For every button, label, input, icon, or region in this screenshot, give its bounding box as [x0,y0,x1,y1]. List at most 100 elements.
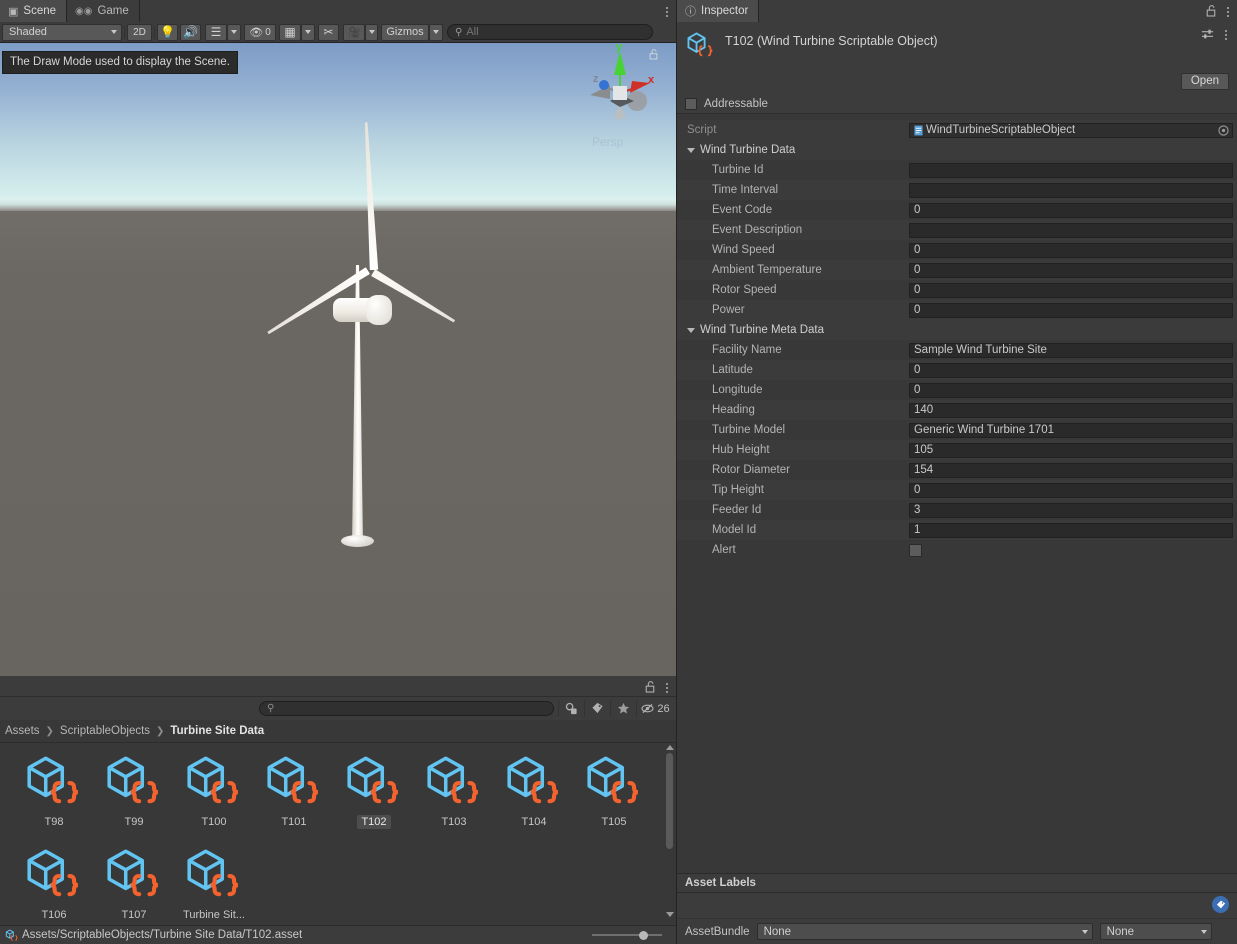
field-input[interactable]: 0 [909,482,1233,498]
lock-open-icon[interactable] [649,49,658,60]
breadcrumb-item-scriptableobjects[interactable]: ScriptableObjects [60,725,150,737]
breadcrumb-item-assets[interactable]: Assets [5,725,40,737]
gizmos-dropdown[interactable] [429,23,443,41]
field-label: Longitude [712,384,763,396]
project-search-field[interactable] [278,702,546,715]
breadcrumb-item-turbine-site-data[interactable]: Turbine Site Data [170,725,264,737]
assetbundle-name-dropdown[interactable]: None [756,923,1093,940]
asset-item[interactable]: T101 [254,751,334,844]
eye-off-icon: 👁 [249,26,264,39]
kebab-menu-icon[interactable] [1223,5,1233,18]
scene-fx-button[interactable]: ☰ [205,23,227,41]
field-input[interactable]: 1 [909,522,1233,538]
asset-item[interactable]: T105 [574,751,654,844]
scene-search-field[interactable] [466,26,645,38]
zoom-slider[interactable] [592,929,662,941]
scene-search-input[interactable]: ⚲ [447,24,653,40]
gizmo-projection-label[interactable]: Persp [592,135,623,149]
object-picker-icon[interactable] [1218,124,1229,136]
section-foldout-2[interactable]: Wind Turbine Meta Data [677,320,1237,340]
asset-item[interactable]: T100 [174,751,254,844]
script-label: Script [687,124,717,136]
scene-orientation-gizmo[interactable]: y x z Persp [576,43,664,151]
triangle-down-icon [687,327,695,333]
search-icon: ⚲ [267,703,275,714]
field-input[interactable]: Generic Wind Turbine 1701 [909,422,1233,438]
section-foldout-1[interactable]: Wind Turbine Data [677,140,1237,160]
label-tag-icon[interactable] [1212,896,1229,913]
asset-item[interactable]: Turbine Sit... [174,844,254,921]
project-panel: ⚲ 26 Assets ❯ ScriptableObjects ❯ Turbin… [0,676,676,944]
scene-fx-dropdown[interactable] [227,23,241,41]
assetbundle-variant-dropdown[interactable]: None [1099,923,1212,940]
field-input[interactable]: Sample Wind Turbine Site [909,342,1233,358]
script-object-field[interactable]: WindTurbineScriptableObject [909,122,1233,138]
lock-open-icon[interactable] [1206,5,1216,17]
scene-lighting-button[interactable]: 💡 [157,23,178,41]
field-input[interactable]: 0 [909,362,1233,378]
assetbundle-name-value: None [763,925,792,938]
field-input[interactable]: 0 [909,282,1233,298]
kebab-menu-icon[interactable] [662,681,672,694]
addressable-checkbox[interactable] [685,97,697,110]
field-input[interactable] [909,222,1233,238]
field-input[interactable] [909,162,1233,178]
asset-item-label: T106 [41,909,67,921]
field-input[interactable]: 3 [909,502,1233,518]
asset-item[interactable]: T98 [14,751,94,844]
lock-open-icon[interactable] [645,681,655,693]
asset-item[interactable]: T99 [94,751,174,844]
field-label: Tip Height [712,484,764,496]
grid-dropdown[interactable] [301,23,315,41]
filter-by-label-icon[interactable] [584,700,610,717]
status-path: Assets/ScriptableObjects/Turbine Site Da… [22,929,303,941]
addressable-row: Addressable [677,94,1237,114]
field-input[interactable]: 105 [909,442,1233,458]
draw-mode-dropdown[interactable]: Shaded [2,23,122,41]
scene-camera-button[interactable]: 🎥 [343,23,365,41]
field-input[interactable]: 140 [909,402,1233,418]
tab-inspector[interactable]: ⓘ Inspector [677,0,760,22]
hidden-objects-button[interactable]: 👁 0 [244,23,276,41]
scene-viewport[interactable]: The Draw Mode used to display the Scene. [0,43,676,676]
grid-visibility-button[interactable]: ▦ [279,23,301,41]
project-search-input[interactable]: ⚲ [259,701,554,716]
scroll-up-arrow-icon[interactable] [666,745,674,750]
field-input[interactable]: 0 [909,262,1233,278]
favorites-star-icon[interactable] [610,700,636,717]
field-label: Turbine Model [712,424,786,436]
tab-scene[interactable]: ▣ Scene [0,0,68,22]
toggle-2d-button[interactable]: 2D [127,23,152,41]
hidden-packages-icon[interactable]: 26 [636,700,674,717]
asset-item[interactable]: T103 [414,751,494,844]
kebab-menu-icon[interactable] [1221,28,1231,41]
zoom-slider-knob[interactable] [639,930,648,940]
project-scrollbar[interactable] [665,745,674,917]
section-title: Wind Turbine Data [700,144,796,156]
field-input[interactable] [909,182,1233,198]
scrollbar-thumb[interactable] [666,753,673,849]
scroll-down-arrow-icon[interactable] [666,912,674,917]
field-input[interactable]: 0 [909,202,1233,218]
field-input[interactable]: 0 [909,302,1233,318]
scene-tools-button[interactable]: ✂ [318,23,339,41]
scene-camera-dropdown[interactable] [365,23,378,41]
chevron-down-icon [111,30,117,34]
asset-item[interactable]: T102 [334,751,414,844]
asset-item[interactable]: T104 [494,751,574,844]
open-button[interactable]: Open [1180,72,1229,90]
asset-item[interactable]: T106 [14,844,94,921]
field-input[interactable]: 0 [909,382,1233,398]
field-input[interactable]: 0 [909,242,1233,258]
kebab-menu-icon[interactable] [662,5,672,18]
filter-by-type-icon[interactable] [558,700,584,717]
asset-item[interactable]: T107 [94,844,174,921]
preset-sliders-icon[interactable] [1201,28,1214,41]
field-input[interactable]: 154 [909,462,1233,478]
asset-item-label: T107 [121,909,147,921]
field-checkbox[interactable] [909,543,922,557]
scene-audio-button[interactable]: 🔊 [180,23,201,41]
assetbundle-label: AssetBundle [685,925,750,938]
gizmos-button[interactable]: Gizmos [381,23,429,41]
tab-game[interactable]: ◉◉ Game [67,0,140,22]
